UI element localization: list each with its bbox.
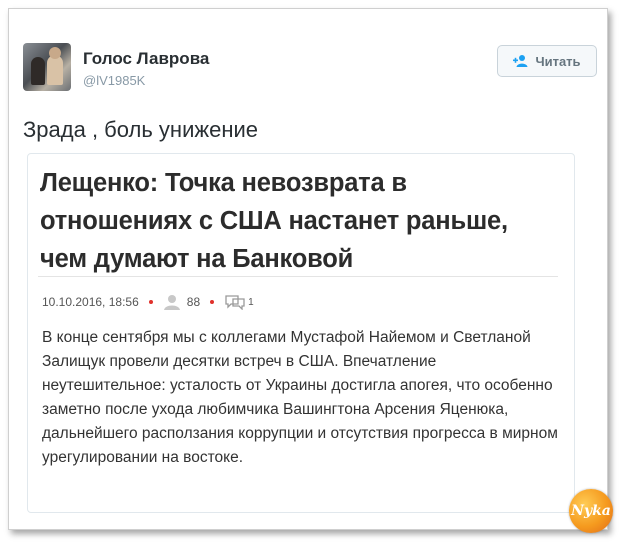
profile-name[interactable]: Голос Лаврова [83,49,209,69]
divider [38,276,558,277]
add-user-icon [513,55,528,67]
watermark-logo: Nyka [569,489,613,533]
follow-button-label: Читать [535,53,581,69]
comments-count: 1 [248,296,254,308]
follow-button[interactable]: Читать [497,45,597,77]
user-views-icon [163,295,180,310]
article-date: 10.10.2016, 18:56 [42,295,139,309]
avatar[interactable] [23,43,71,91]
article-meta: 10.10.2016, 18:56 88 1 [42,292,254,312]
comment-icon [225,295,245,310]
tweet-text: Зрада , боль унижение [23,117,258,142]
separator-dot [148,300,153,304]
article-body-text: В конце сентября мы с коллегами Мустафой… [42,329,558,466]
article-embed[interactable]: Лещенко: Точка невозврата в отношениях с… [27,153,575,513]
watermark-text: Nyka [571,503,611,519]
article-body: В конце сентября мы с коллегами Мустафой… [42,326,562,470]
tweet-card: Голос Лаврова @lV1985K Читать Зрада , бо… [8,8,613,533]
profile-handle[interactable]: @lV1985K [83,73,145,88]
views-count: 88 [186,295,201,309]
article-headline[interactable]: Лещенко: Точка невозврата в отношениях с… [40,164,560,278]
separator-dot [210,300,215,304]
